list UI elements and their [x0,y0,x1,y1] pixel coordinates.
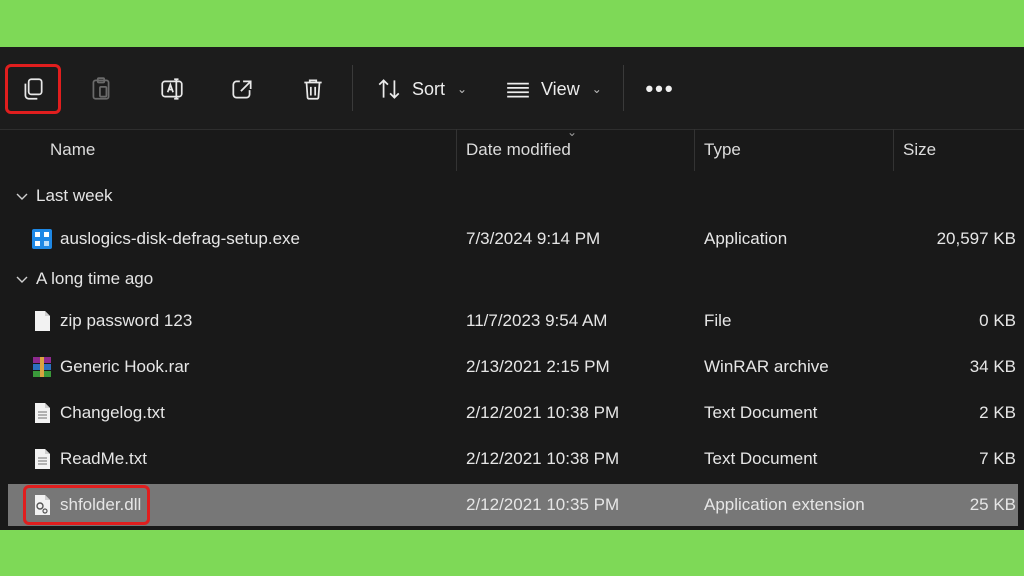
blank-file-icon [35,311,50,331]
text-file-icon [35,449,50,469]
file-size: 7 KB [979,449,1016,468]
group-label: A long time ago [36,269,154,288]
column-divider[interactable] [456,129,457,171]
file-date: 2/13/2021 2:15 PM [466,357,610,376]
file-type: Text Document [704,403,818,422]
chevron-down-icon [16,193,28,200]
file-size: 20,597 KB [936,229,1016,248]
file-size: 25 KB [969,495,1016,514]
file-row[interactable]: Generic Hook.rar 2/13/2021 2:15 PM WinRA… [8,346,1018,388]
file-name-cell[interactable]: auslogics-disk-defrag-setup.exe [26,222,306,256]
file-date: 2/12/2021 10:38 PM [466,449,620,468]
file-type: Application [704,229,788,248]
file-size: 2 KB [979,403,1016,422]
paste-button[interactable] [76,67,126,111]
column-header-row: Name ⌄ Date modified Type Size [0,125,1024,175]
dll-file-icon [35,495,50,515]
share-button[interactable] [217,67,267,111]
chevron-down-icon: ⌄ [457,82,468,96]
trash-icon [304,79,322,100]
toolbar-separator [623,65,624,111]
command-bar: Sort ⌄ View ⌄ ••• [0,47,1024,130]
file-date: 2/12/2021 10:35 PM [466,495,620,514]
file-date: 11/7/2023 9:54 AM [466,311,608,330]
toolbar-separator [352,65,353,111]
file-name: Generic Hook.rar [60,357,190,376]
file-row[interactable]: ReadMe.txt 2/12/2021 10:38 PM Text Docum… [8,438,1018,480]
file-size: 0 KB [979,311,1016,330]
view-label: View [541,78,580,99]
text-file-icon [35,403,50,423]
column-header-size[interactable]: Size [903,129,936,171]
file-name: auslogics-disk-defrag-setup.exe [60,229,301,248]
file-name: ReadMe.txt [60,449,147,468]
more-icon: ••• [645,76,675,101]
file-date: 2/12/2021 10:38 PM [466,403,620,422]
file-explorer-window: Sort ⌄ View ⌄ ••• Name ⌄ Date modified T… [0,47,1024,530]
file-row[interactable]: Changelog.txt 2/12/2021 10:38 PM Text Do… [8,392,1018,434]
file-name: shfolder.dll [60,495,142,514]
file-type: WinRAR archive [704,357,829,376]
column-header-date[interactable]: Date modified [466,129,571,171]
copy-button[interactable] [5,64,61,114]
file-type: Text Document [704,449,818,468]
share-icon [232,80,252,99]
file-name-cell[interactable]: ReadMe.txt [26,442,153,476]
sort-icon [378,79,400,99]
rename-icon [161,78,183,100]
column-divider[interactable] [893,129,894,171]
file-name-cell[interactable]: zip password 123 [26,304,198,338]
file-date: 7/3/2024 9:14 PM [466,229,601,248]
group-label: Last week [36,186,113,205]
file-name-cell[interactable]: Generic Hook.rar [26,350,195,384]
app-installer-icon [32,229,52,249]
file-row[interactable]: zip password 123 11/7/2023 9:54 AM File … [8,300,1018,342]
winrar-archive-icon [33,357,51,377]
file-name: Changelog.txt [60,403,165,422]
group-header-a-long-time-ago[interactable]: A long time ago [16,264,153,294]
file-row[interactable]: auslogics-disk-defrag-setup.exe 7/3/2024… [8,218,1018,260]
file-type: File [704,311,732,330]
file-row-selected[interactable]: shfolder.dll 2/12/2021 10:35 PM Applicat… [8,484,1018,526]
column-divider[interactable] [694,129,695,171]
view-list-icon [507,82,529,98]
file-name-cell[interactable]: Changelog.txt [26,396,171,430]
sort-button[interactable]: Sort ⌄ [376,67,467,111]
chevron-down-icon: ⌄ [591,82,602,96]
group-header-last-week[interactable]: Last week [16,181,113,211]
file-name: zip password 123 [60,311,193,330]
file-size: 34 KB [969,357,1016,376]
column-header-name[interactable]: Name [50,129,95,171]
sort-label: Sort [412,78,446,99]
delete-button[interactable] [288,67,338,111]
more-options-button[interactable]: ••• [640,67,680,111]
file-type: Application extension [704,495,865,514]
chevron-down-icon [16,276,28,283]
column-header-type[interactable]: Type [704,129,741,171]
view-button[interactable]: View ⌄ [505,67,602,111]
paste-icon [92,77,110,100]
rename-button[interactable] [147,67,197,111]
copy-icon [24,78,43,100]
file-name-cell[interactable]: shfolder.dll [22,485,151,525]
